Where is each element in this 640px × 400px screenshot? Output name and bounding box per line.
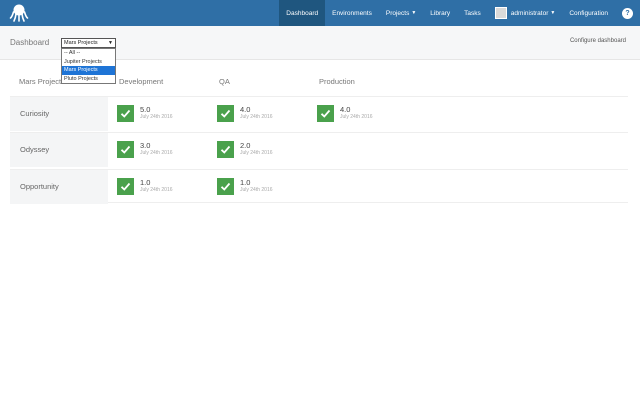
- table-row: Odyssey 3.0 July 24th 2016 2.0 July 24th 2…: [10, 132, 628, 167]
- release-version: 4.0: [340, 105, 351, 114]
- help-button[interactable]: ?: [615, 0, 640, 26]
- deployment-cell[interactable]: 5.0 July 24th 2016: [117, 105, 173, 125]
- deploy-date: July 24th 2016: [240, 114, 273, 120]
- chevron-down-icon: ▼: [550, 10, 556, 16]
- main-nav: Dashboard Environments Projects ▼ Librar…: [279, 0, 640, 26]
- help-icon: ?: [622, 7, 633, 19]
- release-version: 5.0: [140, 105, 151, 114]
- project-group-dropdown: -- All -- Jupiter Projects Mars Projects…: [61, 48, 116, 84]
- env-header-qa[interactable]: QA: [219, 77, 230, 86]
- deployment-cell[interactable]: 1.0 July 24th 2016: [117, 178, 173, 198]
- check-icon: [217, 105, 234, 122]
- nav-library[interactable]: Library: [423, 0, 457, 26]
- dropdown-option-pluto[interactable]: Pluto Projects: [62, 75, 115, 84]
- group-header: Mars Projects: [19, 77, 65, 86]
- project-name[interactable]: Curiosity: [10, 97, 108, 131]
- user-name: administrator: [510, 9, 549, 17]
- release-version: 3.0: [140, 141, 151, 150]
- octopus-logo-icon[interactable]: [9, 3, 29, 23]
- release-version: 1.0: [240, 178, 251, 187]
- dropdown-option-mars[interactable]: Mars Projects: [62, 66, 115, 75]
- dropdown-option-all[interactable]: -- All --: [62, 49, 115, 58]
- project-name[interactable]: Odyssey: [10, 133, 108, 167]
- deployment-cell[interactable]: 4.0 July 24th 2016: [217, 105, 273, 125]
- configure-dashboard-link[interactable]: Configure dashboard: [570, 38, 626, 44]
- deploy-date: July 24th 2016: [140, 187, 173, 193]
- nav-dashboard[interactable]: Dashboard: [279, 0, 326, 26]
- check-icon: [217, 178, 234, 195]
- user-menu[interactable]: administrator ▼: [488, 0, 563, 26]
- deploy-date: July 24th 2016: [240, 150, 273, 156]
- deployment-cell[interactable]: 1.0 July 24th 2016: [217, 178, 273, 198]
- nav-environments[interactable]: Environments: [325, 0, 379, 26]
- env-header-development[interactable]: Development: [119, 77, 163, 86]
- nav-projects[interactable]: Projects ▼: [379, 0, 423, 26]
- deploy-date: July 24th 2016: [340, 114, 373, 120]
- deployment-cell[interactable]: 2.0 July 24th 2016: [217, 141, 273, 161]
- select-value: Mars Projects: [64, 40, 98, 46]
- deploy-date: July 24th 2016: [140, 150, 173, 156]
- check-icon: [117, 141, 134, 158]
- deployment-cell[interactable]: 4.0 July 24th 2016: [317, 105, 373, 125]
- page-title: Dashboard: [10, 38, 50, 47]
- deploy-date: July 24th 2016: [140, 114, 173, 120]
- nav-projects-label: Projects: [385, 9, 410, 17]
- release-version: 4.0: [240, 105, 251, 114]
- avatar: [494, 7, 507, 19]
- dropdown-option-jupiter[interactable]: Jupiter Projects: [62, 58, 115, 67]
- top-nav-bar: Dashboard Environments Projects ▼ Librar…: [0, 0, 640, 26]
- nav-configuration[interactable]: Configuration: [562, 0, 615, 26]
- chevron-down-icon: ▼: [108, 40, 113, 46]
- table-row: Opportunity 1.0 July 24th 2016 1.0 July 24…: [10, 169, 628, 204]
- nav-tasks[interactable]: Tasks: [457, 0, 488, 26]
- check-icon: [117, 105, 134, 122]
- chevron-down-icon: ▼: [411, 10, 417, 16]
- project-name[interactable]: Opportunity: [10, 170, 108, 204]
- check-icon: [317, 105, 334, 122]
- check-icon: [217, 141, 234, 158]
- deployment-cell[interactable]: 3.0 July 24th 2016: [117, 141, 173, 161]
- env-header-production[interactable]: Production: [319, 77, 355, 86]
- check-icon: [117, 178, 134, 195]
- release-version: 2.0: [240, 141, 251, 150]
- deploy-date: July 24th 2016: [240, 187, 273, 193]
- release-version: 1.0: [140, 178, 151, 187]
- table-row: Curiosity 5.0 July 24th 2016 4.0 July 24th…: [10, 96, 628, 131]
- project-group-select[interactable]: Mars Projects ▼: [61, 38, 116, 48]
